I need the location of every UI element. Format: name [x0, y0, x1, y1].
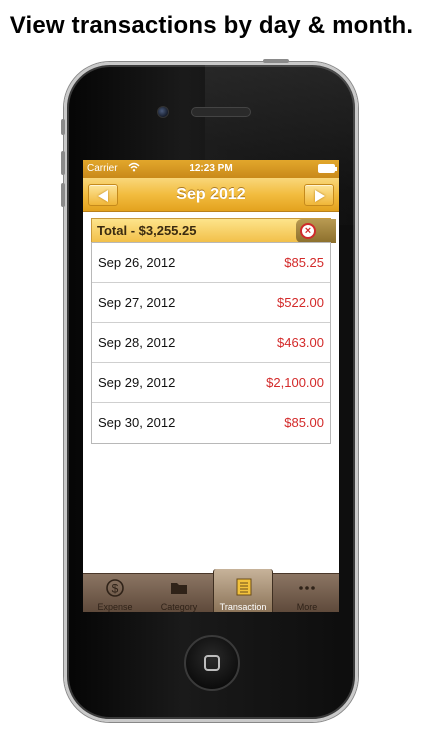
- earpiece-speaker: [191, 107, 251, 117]
- tab-label: Transaction: [219, 602, 267, 612]
- folder-icon: [169, 578, 189, 598]
- tab-label: More: [296, 602, 318, 612]
- ledger-icon: [234, 577, 254, 597]
- transaction-row[interactable]: Sep 27, 2012 $522.00: [92, 283, 330, 323]
- total-header: Total - $3,255.25 ×: [91, 218, 336, 243]
- total-label: Total - $3,255.25: [97, 223, 197, 238]
- phone-screen: Carrier 12:23 PM Sep 2012 Total - $3,255…: [83, 160, 339, 612]
- more-dots-icon: [297, 578, 317, 598]
- tab-more[interactable]: More: [275, 574, 339, 612]
- transaction-amount: $522.00: [277, 295, 324, 310]
- status-time: 12:23 PM: [189, 163, 233, 174]
- transaction-amount: $2,100.00: [266, 375, 324, 390]
- tab-label: Expense: [97, 602, 133, 612]
- power-button: [263, 59, 289, 63]
- front-camera: [157, 106, 169, 118]
- status-bar: Carrier 12:23 PM: [83, 160, 339, 178]
- transaction-row[interactable]: Sep 26, 2012 $85.25: [92, 243, 330, 283]
- transaction-row[interactable]: Sep 29, 2012 $2,100.00: [92, 363, 330, 403]
- svg-text:$: $: [112, 582, 119, 596]
- month-title: Sep 2012: [176, 186, 246, 203]
- tab-transaction[interactable]: Transaction: [213, 569, 273, 612]
- transaction-date: Sep 26, 2012: [98, 255, 176, 270]
- transaction-date: Sep 28, 2012: [98, 335, 176, 350]
- transaction-row[interactable]: Sep 28, 2012 $463.00: [92, 323, 330, 363]
- mute-switch: [61, 119, 65, 135]
- transaction-date: Sep 29, 2012: [98, 375, 176, 390]
- tab-expense[interactable]: $ Expense: [83, 574, 147, 612]
- tab-bar: $ Expense Category Transaction More: [83, 569, 339, 612]
- transaction-list: Sep 26, 2012 $85.25 Sep 27, 2012 $522.00…: [91, 242, 331, 444]
- clear-button[interactable]: ×: [296, 219, 336, 243]
- tab-category[interactable]: Category: [147, 574, 211, 612]
- home-button[interactable]: [184, 635, 240, 691]
- transaction-amount: $85.00: [284, 415, 324, 430]
- next-month-button[interactable]: [304, 184, 334, 206]
- headline: View transactions by day & month.: [9, 12, 414, 39]
- nav-bar: Sep 2012: [83, 178, 339, 212]
- transaction-date: Sep 30, 2012: [98, 415, 176, 430]
- battery-icon: [318, 164, 337, 173]
- right-arrow-icon: [315, 190, 325, 202]
- transaction-amount: $463.00: [277, 335, 324, 350]
- transaction-amount: $85.25: [284, 255, 324, 270]
- tab-label: Category: [160, 602, 198, 612]
- volume-up-button: [61, 151, 65, 175]
- home-square-icon: [204, 655, 220, 671]
- dollar-icon: $: [105, 578, 125, 598]
- volume-down-button: [61, 183, 65, 207]
- close-circle-icon: ×: [300, 223, 316, 239]
- transaction-row[interactable]: Sep 30, 2012 $85.00: [92, 403, 330, 443]
- transaction-date: Sep 27, 2012: [98, 295, 176, 310]
- transaction-content: Total - $3,255.25 × Sep 26, 2012 $85.25 …: [83, 212, 339, 573]
